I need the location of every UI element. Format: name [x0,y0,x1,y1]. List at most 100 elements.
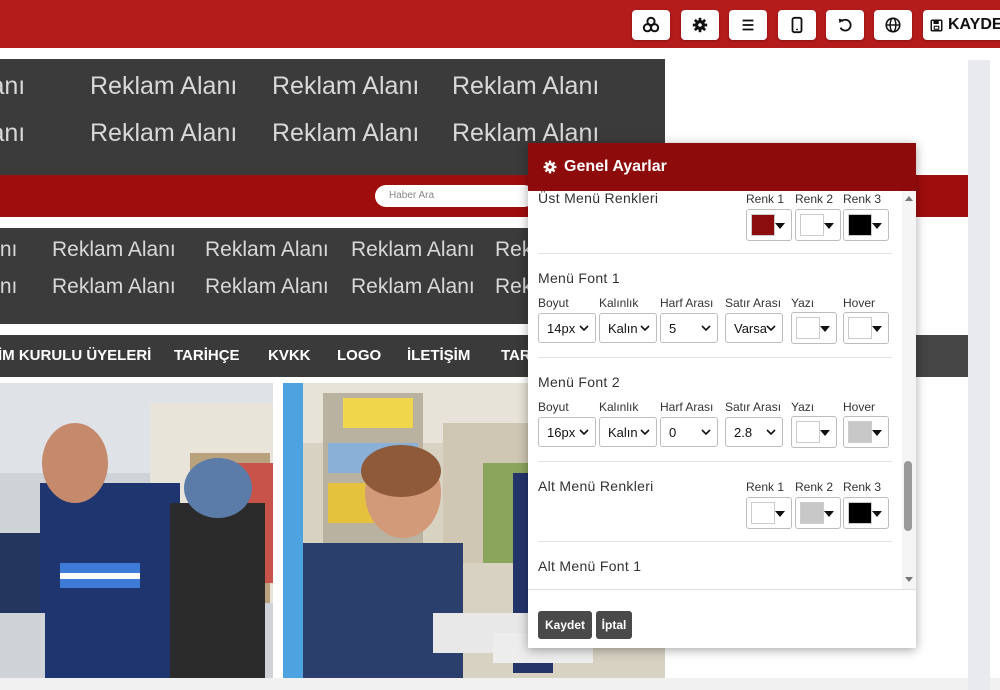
font-size-select[interactable]: 14px [538,313,596,343]
line-height-select[interactable]: 2.8 [725,417,783,447]
nav-item[interactable]: LOGO [337,347,381,364]
font-weight-select[interactable]: Kalın [599,313,657,343]
divider [538,253,892,254]
ad-label: ılanı [0,119,26,147]
field-label: Satır Arası [725,296,782,310]
search-input[interactable]: Haber Ara [375,185,535,207]
field-label: Satır Arası [725,400,782,414]
chevron-down-icon [579,325,589,332]
text-color-picker[interactable] [791,312,837,344]
field-label: Yazı [791,400,815,414]
ad-label: Reklam Alanı [351,238,475,261]
font-weight-select[interactable]: Kalın [599,417,657,447]
nav-item[interactable]: TAR [501,347,528,364]
field-label: Hover [843,400,876,414]
letter-spacing-select[interactable]: 0 [660,417,718,447]
field-label: Boyut [538,296,569,310]
nav-item[interactable]: KVKK [268,347,311,364]
select-value: 14px [547,320,576,336]
mobile-icon[interactable] [778,10,816,40]
color-picker[interactable] [795,497,841,529]
chevron-down-icon [766,325,776,332]
modal-cancel-button[interactable]: İptal [596,611,632,639]
color-label: Renk 2 [795,480,834,494]
color-picker[interactable] [843,497,889,529]
ad-label: Rek [495,275,533,298]
section-title: Üst Menü Renkleri [538,191,659,206]
select-value: Kalın [608,424,638,440]
ad-label: Reklam Alanı [205,238,329,261]
select-value: Kalın [608,320,638,336]
select-value: 2.8 [734,424,753,440]
chevron-down-icon [640,325,650,332]
field-label: Kalınlık [599,400,639,414]
modal-header: Genel Ayarlar [528,143,916,191]
ad-label: Rek [495,238,533,261]
save-button-label: KAYDE [948,16,1000,33]
globe-icon[interactable] [874,10,912,40]
chevron-down-icon [766,429,776,436]
select-value: 16px [547,424,576,440]
settings-modal: Genel Ayarlar Üst Menü Renkleri Renk 1 R… [528,143,916,648]
color-label: Renk 1 [746,192,785,206]
divider [538,357,892,358]
right-gutter [968,60,990,690]
ad-label: Reklam Alanı [272,72,420,100]
floppy-icon [930,19,943,31]
news-photo-left[interactable] [0,383,273,678]
gear-icon [543,160,557,174]
color-picker[interactable] [746,497,792,529]
ad-label: Reklam Alanı [52,275,176,298]
save-button[interactable]: KAYDE [923,10,1000,40]
color-label: Renk 3 [843,480,882,494]
color-picker[interactable] [843,209,889,241]
hover-color-picker[interactable] [843,416,889,448]
undo-icon[interactable] [826,10,864,40]
scrollbar-thumb[interactable] [904,461,912,531]
field-label: Harf Arası [660,296,714,310]
menu-icon[interactable] [729,10,767,40]
color-picker[interactable] [795,209,841,241]
color-picker[interactable] [746,209,792,241]
text-color-picker[interactable] [791,416,837,448]
color-label: Renk 3 [843,192,882,206]
letter-spacing-select[interactable]: 5 [660,313,718,343]
font-size-select[interactable]: 16px [538,417,596,447]
nav-item[interactable]: İLETİŞİM [407,347,470,364]
select-value: 0 [669,424,677,440]
field-label: Yazı [791,296,815,310]
modal-title: Genel Ayarlar [564,158,667,175]
section-title: Alt Menü Font 1 [538,558,642,574]
ad-label: ılanı [0,72,26,100]
select-value: 5 [669,320,677,336]
top-toolbar: KAYDE [0,0,1000,49]
chevron-down-icon [579,429,589,436]
color-label: Renk 1 [746,480,785,494]
chevron-down-icon [640,429,650,436]
gear-icon[interactable] [681,10,719,40]
modal-body: Üst Menü Renkleri Renk 1 Renk 2 Renk 3 M… [528,191,902,589]
modal-save-button[interactable]: Kaydet [538,611,592,639]
field-label: Boyut [538,400,569,414]
color-label: Renk 2 [795,192,834,206]
section-title: Menü Font 1 [538,270,620,286]
nav-item[interactable]: İM KURULU ÜYELERİ [0,347,151,364]
scroll-up-icon[interactable] [905,195,913,201]
nav-item[interactable]: TARİHÇE [174,347,240,364]
ad-label: Reklam Alanı [351,275,475,298]
hover-color-picker[interactable] [843,312,889,344]
scroll-down-icon[interactable] [905,577,913,583]
ad-label: Reklam Alanı [90,119,238,147]
layers-icon[interactable] [632,10,670,40]
field-label: Harf Arası [660,400,714,414]
field-label: Kalınlık [599,296,639,310]
chevron-down-icon [701,325,711,332]
section-title: Alt Menü Renkleri [538,478,654,494]
ad-label: ını [0,238,18,261]
chevron-down-icon [701,429,711,436]
divider [538,461,892,462]
ad-label: Reklam Alanı [90,72,238,100]
select-value: Varsa [734,320,767,336]
ad-label: Reklam Alanı [52,238,176,261]
line-height-select[interactable]: Varsa [725,313,783,343]
